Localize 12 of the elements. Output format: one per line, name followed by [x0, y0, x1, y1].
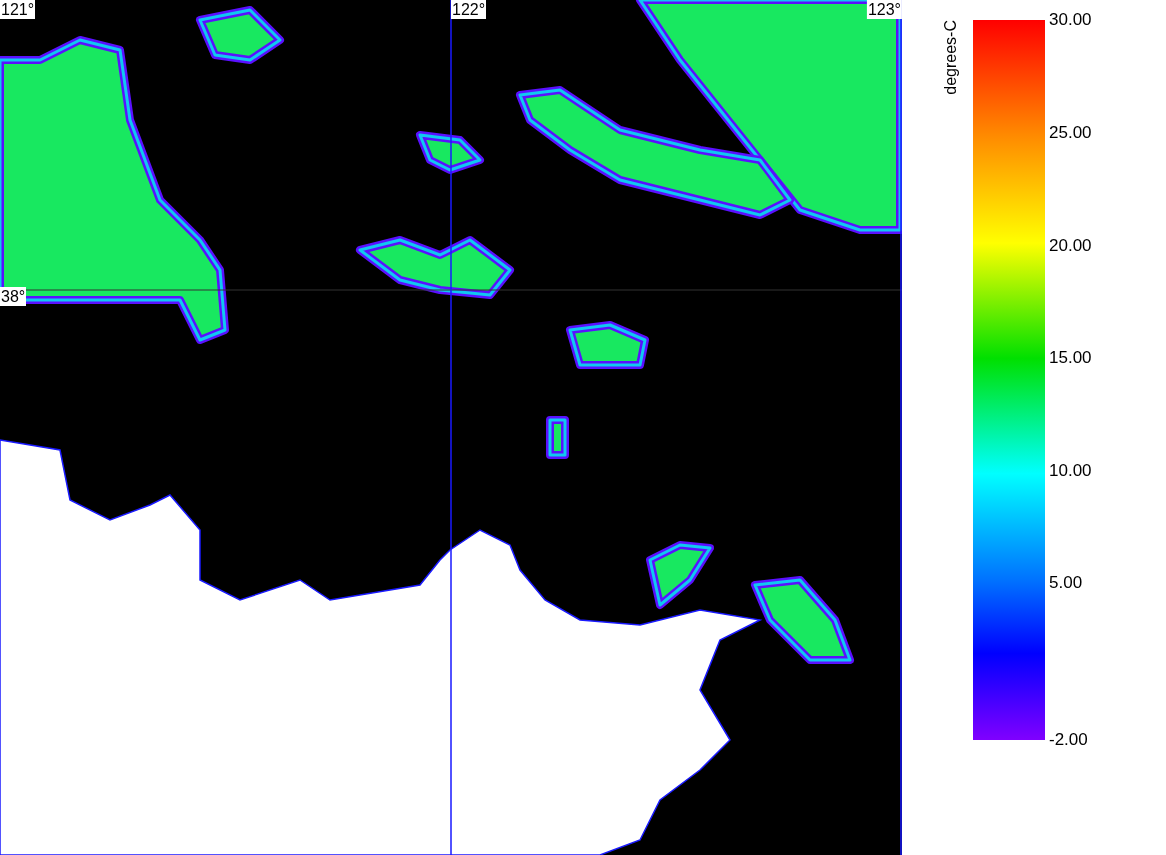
colorbar-tick-label: 25.00 — [1048, 123, 1092, 143]
colorbar-tick-label: 5.00 — [1048, 573, 1083, 593]
colorbar-unit-label: degrees-C — [942, 20, 960, 95]
longitude-label: 123° — [866, 0, 902, 19]
longitude-label: 121° — [0, 0, 36, 19]
colorbar-tick-label: 20.00 — [1048, 236, 1092, 256]
colorbar-tick-label: 30.00 — [1048, 10, 1092, 30]
colorbar-tick-label: 10.00 — [1048, 461, 1092, 481]
colorbar-tick-label: 15.00 — [1048, 348, 1092, 368]
longitude-label: 122° — [451, 0, 487, 19]
colorbar-tick-label: -2.00 — [1048, 730, 1088, 750]
latitude-label: 38° — [0, 287, 27, 306]
